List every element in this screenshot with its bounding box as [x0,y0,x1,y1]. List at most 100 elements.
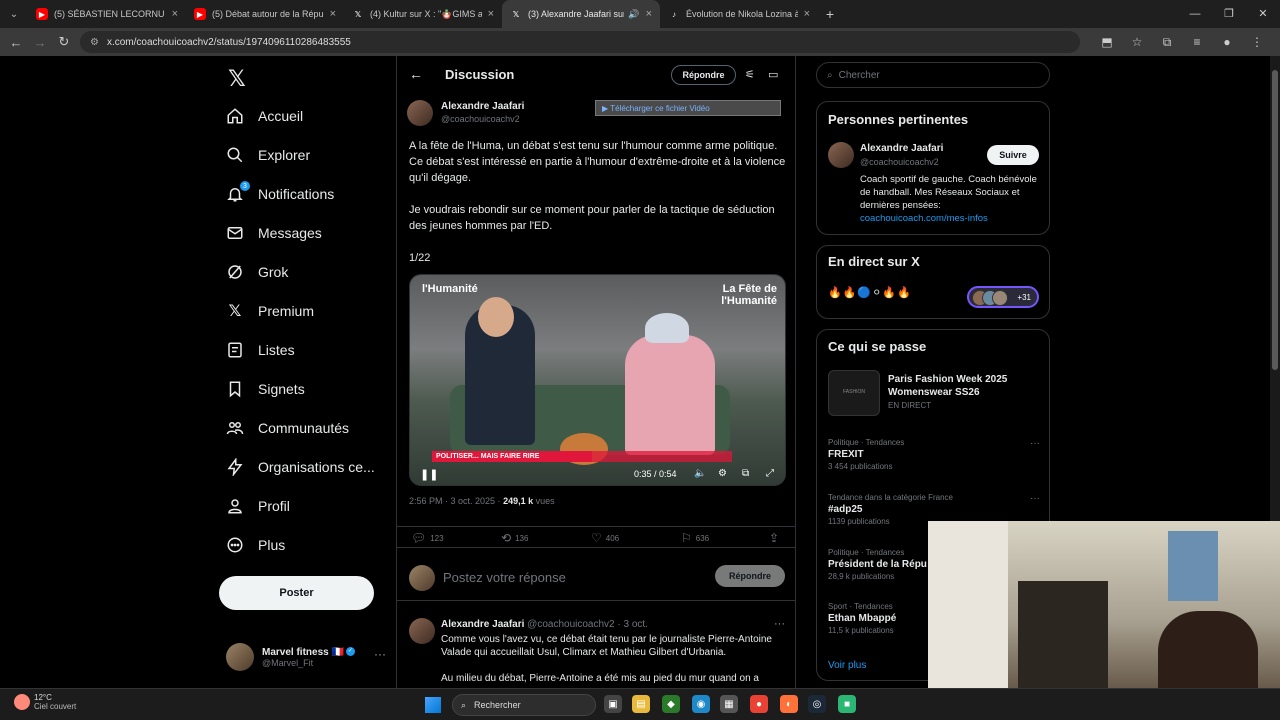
volume-icon[interactable]: 🔈 [694,468,706,479]
more-icon[interactable]: ··· [774,618,785,630]
tab-search-icon[interactable]: ⌄ [0,0,28,28]
profile-icon[interactable]: ● [1212,35,1242,49]
reply-tweet[interactable]: Alexandre Jaafari @coachouicoachv2 · 3 o… [397,612,795,688]
more-icon[interactable]: ··· [374,647,386,661]
nav-item-communities[interactable]: Communautés [226,413,349,443]
close-window-icon[interactable]: ✕ [1246,0,1280,28]
fullscreen-icon[interactable]: ⤢ [766,468,774,479]
task-view-icon[interactable]: ▣ [604,695,622,713]
post-button[interactable]: Poster [219,576,374,610]
scrollbar-thumb[interactable] [1272,70,1278,370]
featured-event[interactable]: FASHION Paris Fashion Week 2025 Womenswe… [828,370,1040,416]
more-icon[interactable]: ··· [1030,493,1040,504]
close-icon[interactable]: × [804,8,810,20]
app-icon[interactable]: ■ [838,695,856,713]
repost-action[interactable]: ⟲ 136 [501,531,528,545]
store-icon[interactable]: ▦ [720,695,738,713]
weather-widget[interactable]: 12°C Ciel couvert [14,693,76,711]
reply-paragraph: Comme vous l'avez vu, ce débat était ten… [441,634,772,658]
edge-icon[interactable]: ◉ [692,695,710,713]
menu-icon[interactable]: ⋮ [1242,35,1272,49]
youtube-icon: ▶ [36,8,48,20]
reading-list-icon[interactable]: ≡ [1182,35,1212,49]
file-explorer-icon[interactable]: ▤ [632,695,650,713]
follow-button[interactable]: Suivre [987,145,1039,165]
nav-item-notifications[interactable]: 3 Notifications [226,179,334,209]
back-icon[interactable]: ← [4,35,28,50]
url-field[interactable]: ⚙ x.com/coachouicoachv2/status/197409611… [80,31,1080,53]
weather-temp: 12°C [34,693,52,702]
avatar[interactable] [407,100,433,126]
tweet-timestamp[interactable]: 2:56 PM · 3 oct. 2025 · [409,496,503,506]
author-handle[interactable]: @coachouicoachv2 [441,114,520,124]
browser-tab-3[interactable]: 𝕏 (4) Kultur sur X : "🪆GIMS ann × [344,0,502,28]
account-switcher[interactable]: Marvel fitness 🇫🇷 ✓ @Marvel_Fit ··· [226,641,386,673]
reply-header-button[interactable]: Répondre [671,65,736,85]
reply-paragraph: Au milieu du débat, Pierre-Antoine a été… [441,673,759,684]
nav-item-explore[interactable]: Explorer [226,140,310,170]
pause-icon[interactable]: ❚❚ [420,468,438,481]
chrome-icon[interactable]: ● [750,695,768,713]
video-player[interactable]: l'Humanité La Fête de l'Humanité POLITIS… [409,274,786,486]
avatar[interactable] [409,618,435,644]
close-icon[interactable]: × [488,8,494,20]
pip-icon[interactable]: ⧉ [742,468,749,479]
extensions-icon[interactable]: ⧉ [1152,35,1182,50]
taskbar-search[interactable]: ⌕ Rechercher [452,694,596,716]
settings-icon[interactable]: ⚙ [718,468,727,479]
more-icon[interactable]: ··· [1030,438,1040,449]
browser-tab-1[interactable]: ▶ (5) SÉBASTIEN LECORNU A DÉN × [28,0,186,28]
search-input[interactable]: ⌕ Chercher [816,62,1050,88]
browser-tab-5[interactable]: ♪ Évolution de Nikola Lozina à Tr × [660,0,818,28]
filter-icon[interactable]: ⚟ [745,68,755,81]
share-action[interactable]: ⇪ [769,531,783,545]
nav-item-organizations[interactable]: Organisations ce... [226,452,375,482]
reply-input[interactable]: Postez votre réponse [443,570,566,585]
windows-start-icon[interactable] [425,697,441,713]
back-arrow-icon[interactable]: ← [409,66,423,82]
close-icon[interactable]: × [172,8,178,20]
forward-icon[interactable]: → [28,35,52,50]
see-more-link[interactable]: Voir plus [828,660,866,671]
reply-submit-button[interactable]: Répondre [715,565,785,587]
install-icon[interactable]: ⬒ [1092,35,1122,49]
reader-view-icon[interactable]: ▭ [768,68,778,81]
firefox-icon[interactable]: ◐ [780,695,798,713]
nav-item-messages[interactable]: Messages [226,218,322,248]
new-tab-button[interactable]: + [818,6,842,22]
bio-link[interactable]: coachouicoach.com/mes-infos [860,213,988,224]
nav-item-bookmarks[interactable]: Signets [226,374,305,404]
communities-icon [226,419,244,437]
nav-item-more[interactable]: Plus [226,530,285,560]
restore-icon[interactable]: ❐ [1212,0,1246,28]
browser-tab-2[interactable]: ▶ (5) Débat autour de la Républiq × [186,0,344,28]
reply-author-name[interactable]: Alexandre Jaafari [441,619,524,630]
reload-icon[interactable]: ↻ [52,34,76,50]
close-icon[interactable]: × [646,8,652,20]
site-info-icon[interactable]: ⚙ [90,37,99,48]
close-icon[interactable]: × [330,8,336,20]
reply-action[interactable]: 💬︎ 123 [411,531,444,545]
author-name[interactable]: Alexandre Jaafari [441,101,524,112]
person-name[interactable]: Alexandre Jaafari [860,143,943,154]
avatar[interactable] [828,142,854,168]
bookmark-action[interactable]: ⚐ 636 [681,531,709,545]
nav-item-profile[interactable]: Profil [226,491,290,521]
nav-item-lists[interactable]: Listes [226,335,295,365]
nvidia-icon[interactable]: ◆ [662,695,680,713]
nav-item-grok[interactable]: Grok [226,257,288,287]
steam-icon[interactable]: ◎ [808,695,826,713]
grok-icon [226,263,244,281]
nav-item-home[interactable]: Accueil [226,101,303,131]
nav-item-premium[interactable]: 𝕏 Premium [226,296,314,326]
download-video-banner[interactable]: ▶ Télécharger ce fichier Vidéo [595,100,781,116]
live-avatars[interactable]: +31 [967,286,1039,308]
browser-tab-4[interactable]: 𝕏 (3) Alexandre Jaafari sur X : 🔊 × [502,0,660,28]
like-action[interactable]: ♡ 406 [591,531,619,545]
trend-item[interactable]: Politique · Tendances FREXIT 3 454 publi… [828,438,1040,471]
x-logo-icon[interactable]: 𝕏 [228,66,246,92]
speaker-icon[interactable]: 🔊 [628,9,639,20]
repost-icon: ⟲ [501,531,512,545]
minimize-icon[interactable]: — [1178,0,1212,28]
star-icon[interactable]: ☆ [1122,35,1152,49]
